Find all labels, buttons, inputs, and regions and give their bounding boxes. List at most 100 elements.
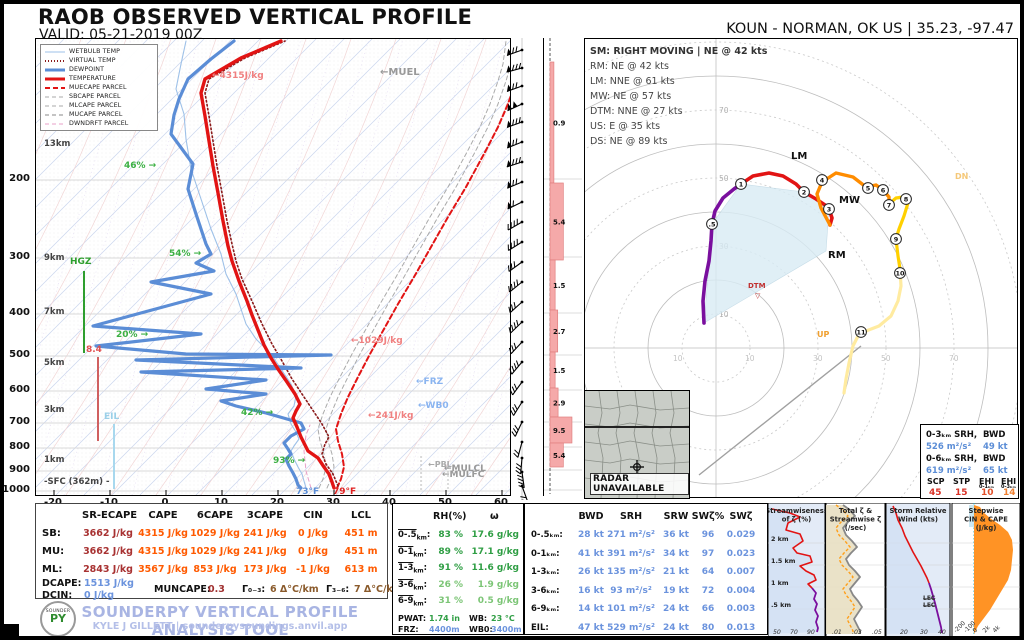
barb-staff bbox=[508, 222, 522, 230]
pressure-label-800: 800 bbox=[0, 441, 30, 452]
ring-label: 50 bbox=[719, 174, 729, 183]
index-header-SCP: SCP bbox=[927, 477, 945, 486]
hodo-segment-9km-plus bbox=[844, 269, 901, 393]
mini-xtick: 20 bbox=[900, 629, 908, 636]
mini-xtick: 30 bbox=[920, 629, 928, 636]
rh-header: RH(%) bbox=[433, 511, 466, 522]
barb-feather bbox=[514, 343, 516, 349]
rh-omega-table: RH(%)ω0-.5km:83 %17.6 g/kg0-1km:89 %17.1… bbox=[392, 503, 524, 635]
frz-value: 4400m bbox=[429, 625, 460, 634]
legend-row: MLCAPE PARCEL bbox=[44, 101, 154, 110]
radar-unavailable-badge: RADAR UNAVAILABLE bbox=[590, 473, 689, 495]
barb-feather bbox=[516, 361, 518, 367]
barb-feather bbox=[514, 384, 516, 389]
logo-text-bottom: PY bbox=[42, 614, 74, 623]
srh-header-1: SRH bbox=[609, 511, 653, 522]
thermo-header-3CAPE: 3CAPE bbox=[239, 510, 291, 521]
legend-row: MUECAPE PARCEL bbox=[44, 83, 154, 92]
legend-line-sample bbox=[44, 58, 66, 64]
barb-feather bbox=[517, 320, 518, 326]
mini-title-2: Wind (kts) bbox=[898, 516, 938, 524]
index-value-EHI: 10 bbox=[981, 488, 994, 498]
annotation-46: 46% → bbox=[124, 161, 156, 171]
dcin-value: 0 J/kg bbox=[84, 590, 114, 601]
legend-label: MLCAPE PARCEL bbox=[69, 102, 121, 109]
annotation-hgz: HGZ bbox=[70, 257, 91, 267]
barb-feather bbox=[512, 366, 514, 372]
barb-feather bbox=[515, 425, 518, 430]
annotation-wb0: ←WB0 bbox=[418, 401, 449, 411]
annotation-42: 42% → bbox=[241, 408, 273, 418]
mini-xtick: 40 bbox=[938, 629, 946, 636]
barb-feather bbox=[514, 322, 515, 328]
legend-line-sample bbox=[44, 112, 66, 118]
omega-header: ω bbox=[490, 511, 499, 522]
mini-title-3: Stepwise bbox=[969, 507, 1004, 515]
legend-line-sample bbox=[44, 76, 66, 82]
legend-row: VIRTUAL TEMP bbox=[44, 56, 154, 65]
thermo-row-label-ML: ML: bbox=[42, 564, 62, 575]
dcape-value: 1513 J/kg bbox=[84, 578, 134, 589]
hodo-label-UP: UP bbox=[817, 330, 829, 339]
thermo-row-label-MU: MU: bbox=[42, 546, 64, 557]
mini-xtick: .01 bbox=[832, 629, 842, 636]
omega-value: 5.4 bbox=[553, 219, 566, 227]
mini-xtick: 70 bbox=[790, 629, 798, 636]
mini-height-label: 1.5 km bbox=[771, 557, 796, 565]
mini-panels: Streamwisenessof ζ (%)5070902 km1.5 km1 … bbox=[768, 503, 1020, 637]
pressure-label-500: 500 bbox=[0, 349, 30, 360]
footer-credit: KYLE J GILLETT | sounderpysoundings.anvi… bbox=[70, 621, 370, 632]
wb-value: 23 °C bbox=[491, 614, 515, 623]
legend-label: DEWPOINT bbox=[69, 66, 104, 73]
thermo-value: 451 m bbox=[331, 546, 391, 557]
height-marker-label: .5 bbox=[709, 220, 716, 228]
srh-header-4: SWζ bbox=[719, 511, 763, 522]
barb-feather bbox=[513, 407, 516, 412]
height-label: 7km bbox=[44, 307, 64, 317]
page-title: RAOB OBSERVED VERTICAL PROFILE bbox=[38, 5, 472, 29]
srh-bwd-header-0-3: 0-3ₖₘ SRH, bbox=[926, 430, 977, 440]
storm-motion-line-label: DS: NE @ 89 kts bbox=[590, 134, 767, 149]
barb-feather bbox=[514, 453, 518, 457]
mini-title-2: Storm Relative bbox=[890, 507, 947, 515]
height-marker-label: 5 bbox=[866, 184, 871, 192]
wb0-value: 3400m bbox=[491, 625, 522, 634]
height-marker-label: 3 bbox=[827, 205, 832, 213]
barb-staff bbox=[515, 422, 522, 437]
thermo-value: 4315 J/kg bbox=[133, 528, 193, 539]
thermo-value: 613 m bbox=[331, 564, 391, 575]
barb-feather bbox=[509, 286, 510, 292]
pressure-label-1000: 1000 bbox=[0, 484, 30, 495]
pressure-axis: 2003004005006007008009001000 bbox=[0, 38, 34, 496]
srh-bwd-info-box: 0-3ₖₘ SRH,BWD526 m²/s²49 kt0-6ₖₘ SRH,BWD… bbox=[920, 424, 1019, 499]
legend-line-sample bbox=[44, 103, 66, 109]
omega-panel: 0.95.41.52.71.52.99.55.4 bbox=[543, 38, 582, 496]
pressure-label-700: 700 bbox=[0, 416, 30, 427]
station-label: KOUN - NORMAN, OK US | 35.23, -97.47 bbox=[726, 21, 1014, 37]
legend-row: TEMPERATURE bbox=[44, 74, 154, 83]
mini-xtick: 90 bbox=[807, 629, 815, 636]
barb-feather bbox=[511, 263, 512, 269]
barb-feather bbox=[509, 348, 511, 354]
legend-line-sample bbox=[44, 85, 66, 91]
index-header-STP: STP bbox=[953, 477, 970, 486]
height-marker-label: 2 bbox=[802, 188, 807, 196]
rh-value: 31 % bbox=[429, 596, 463, 606]
pwat-value: 1.74 in bbox=[429, 614, 460, 623]
thermo-value: 3662 J/kg bbox=[78, 546, 138, 557]
annotation-84: 8.4 bbox=[86, 345, 102, 355]
srh-bwd-value-0-6: 65 kt bbox=[983, 466, 1008, 476]
height-label: 5km bbox=[44, 358, 64, 368]
barb-feather bbox=[516, 463, 521, 466]
wb-label: WB: bbox=[469, 614, 487, 623]
mini-height-label: 2 km bbox=[771, 535, 789, 543]
skewt-panel: ←4315J/kg←MUEL46% →54% →HGZ8.420% →←1029… bbox=[35, 38, 511, 496]
omega-value: 1.5 bbox=[553, 367, 566, 375]
annotation-muel: ←MUEL bbox=[380, 67, 420, 78]
height-label: 13km bbox=[44, 139, 70, 149]
thermo-value: 451 m bbox=[331, 528, 391, 539]
barb-staff bbox=[514, 402, 522, 416]
barb-feather bbox=[511, 284, 512, 290]
srh-table: BWDSRHSRWSWζ%SWζ0-.5ₖₘ:28 kt271 m²/s²36 … bbox=[524, 503, 768, 635]
radar-map-inset: RADAR UNAVAILABLE bbox=[584, 390, 690, 499]
